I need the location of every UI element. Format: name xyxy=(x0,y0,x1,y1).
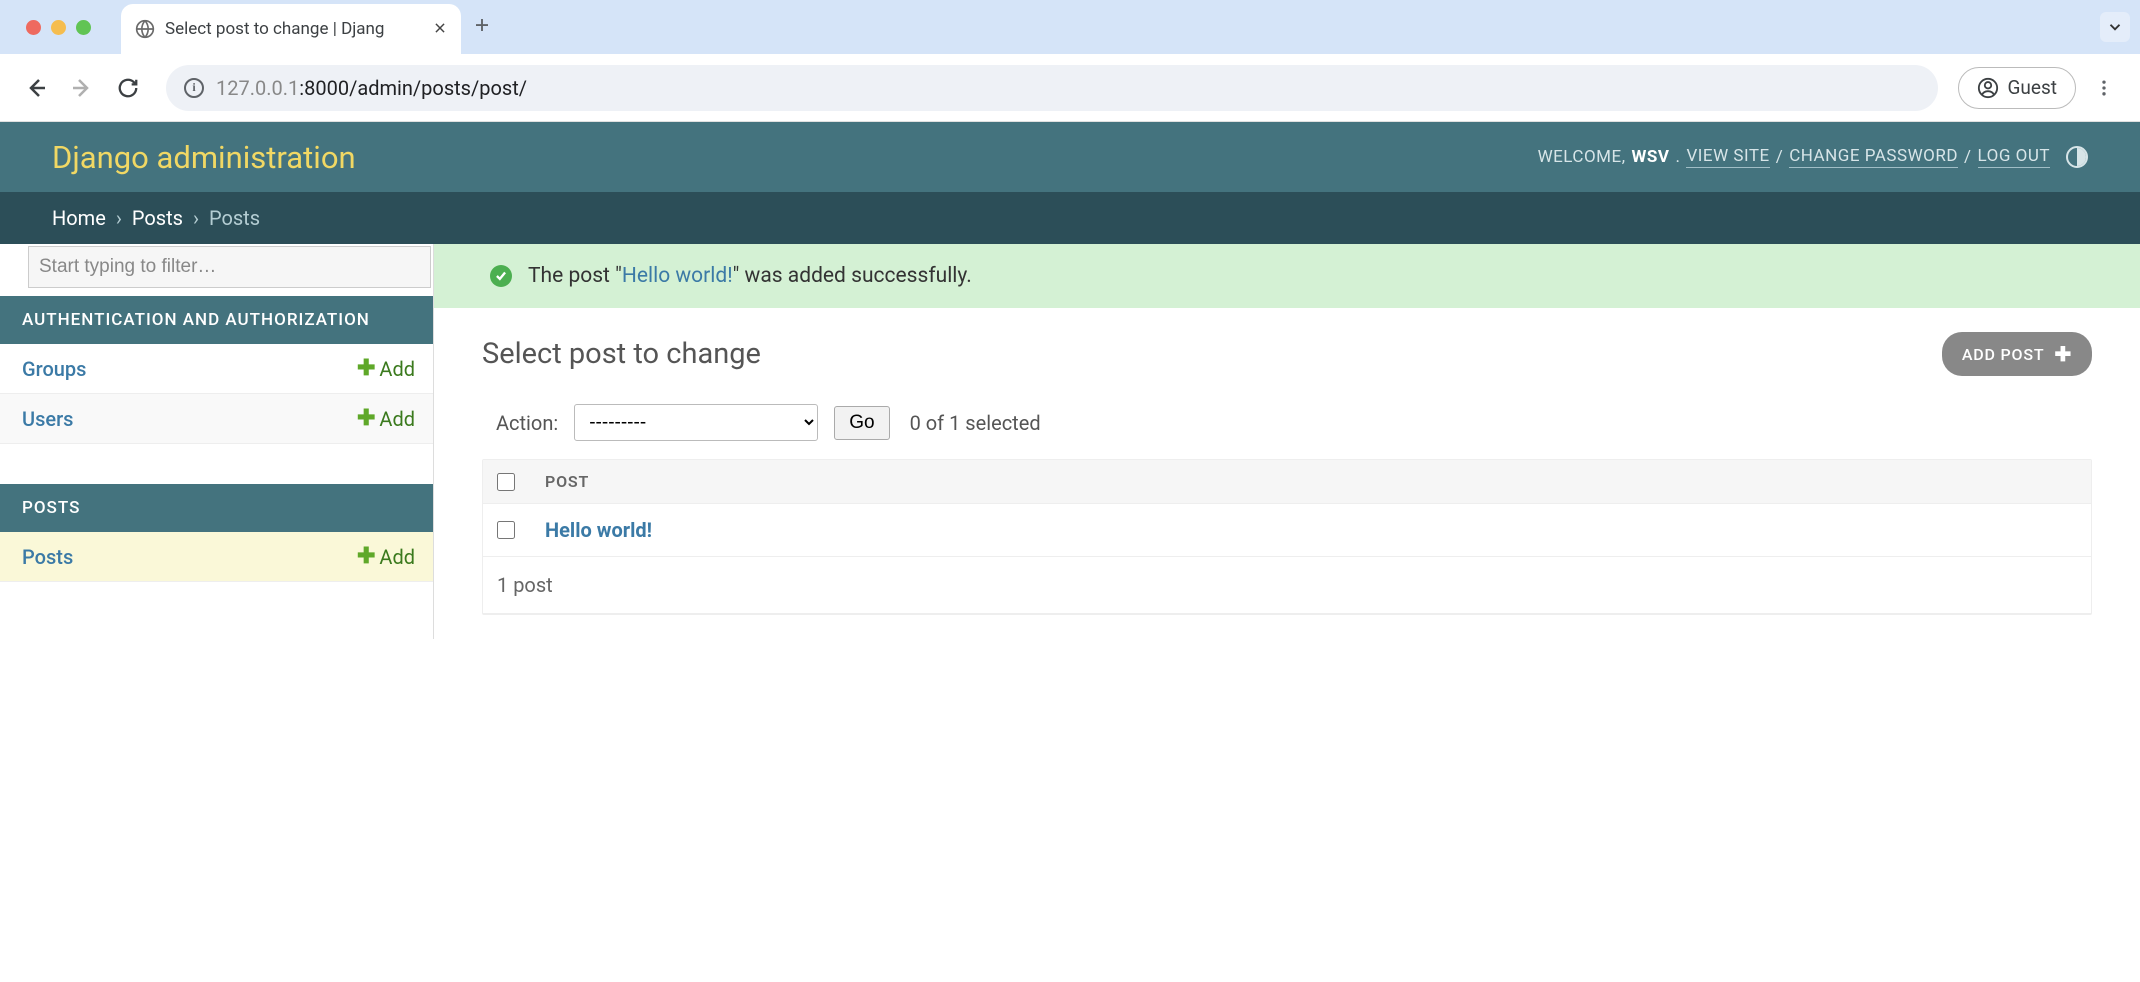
window-minimize-button[interactable] xyxy=(51,20,66,35)
sidebar-nav: AUTHENTICATION AND AUTHORIZATION Groups … xyxy=(0,244,434,639)
browser-menu-button[interactable] xyxy=(2086,70,2122,106)
forward-button[interactable] xyxy=(64,70,100,106)
new-tab-button[interactable] xyxy=(473,15,491,40)
app-caption: AUTHENTICATION AND AUTHORIZATION xyxy=(0,296,433,344)
actions-bar: Action: --------- Go 0 of 1 selected xyxy=(496,404,2092,441)
profile-button[interactable]: Guest xyxy=(1958,67,2076,109)
welcome-text: WELCOME, xyxy=(1538,147,1626,167)
results-table: POST Hello world! 1 post xyxy=(482,459,2092,615)
row-checkbox[interactable] xyxy=(497,521,515,539)
sidebar-filter-input[interactable] xyxy=(28,246,431,288)
model-link-groups[interactable]: Groups xyxy=(22,357,86,381)
django-header: Django administration WELCOME, WSV. VIEW… xyxy=(0,122,2140,192)
go-button[interactable]: Go xyxy=(834,406,889,440)
main-content: The post "Hello world!" was added succes… xyxy=(434,244,2140,639)
view-site-link[interactable]: VIEW SITE xyxy=(1686,146,1769,168)
model-row-posts: Posts ✚Add xyxy=(0,532,433,582)
address-bar[interactable]: i 127.0.0.1:8000/admin/posts/post/ xyxy=(166,65,1938,111)
theme-toggle-icon[interactable] xyxy=(2066,146,2088,168)
success-message-link[interactable]: Hello world! xyxy=(622,264,733,288)
plus-icon: ✚ xyxy=(357,406,375,431)
site-info-icon[interactable]: i xyxy=(184,78,204,98)
site-title: Django administration xyxy=(52,139,356,176)
reload-button[interactable] xyxy=(110,70,146,106)
profile-label: Guest xyxy=(2007,76,2057,99)
breadcrumb-home[interactable]: Home xyxy=(52,206,106,230)
app-caption: POSTS xyxy=(0,484,433,532)
breadcrumb: Home › Posts › Posts xyxy=(0,192,2140,244)
add-post-button[interactable]: ADD POST ✚ xyxy=(1942,332,2092,376)
globe-icon xyxy=(135,19,155,39)
action-select[interactable]: --------- xyxy=(574,404,818,441)
model-link-posts[interactable]: Posts xyxy=(22,545,73,569)
check-icon xyxy=(490,265,512,287)
browser-tab-strip: Select post to change | Djang xyxy=(0,0,2140,54)
paginator: 1 post xyxy=(483,557,2091,614)
window-maximize-button[interactable] xyxy=(76,20,91,35)
window-close-button[interactable] xyxy=(26,20,41,35)
app-module-posts: POSTS Posts ✚Add xyxy=(0,484,433,582)
breadcrumb-separator: › xyxy=(116,206,122,230)
content-header: Select post to change ADD POST ✚ xyxy=(482,332,2092,376)
row-link[interactable]: Hello world! xyxy=(545,518,652,542)
breadcrumb-app[interactable]: Posts xyxy=(132,206,183,230)
username: WSV xyxy=(1632,147,1670,167)
tab-title: Select post to change | Djang xyxy=(165,19,384,39)
page-title: Select post to change xyxy=(482,337,761,371)
success-message: The post "Hello world!" was added succes… xyxy=(434,244,2140,308)
add-link-groups[interactable]: ✚Add xyxy=(357,356,415,381)
plus-icon: ✚ xyxy=(2054,342,2072,366)
add-link-posts[interactable]: ✚Add xyxy=(357,544,415,569)
selection-counter: 0 of 1 selected xyxy=(910,411,1041,435)
logout-link[interactable]: LOG OUT xyxy=(1978,146,2050,168)
model-row-groups: Groups ✚Add xyxy=(0,344,433,394)
add-link-users[interactable]: ✚Add xyxy=(357,406,415,431)
back-button[interactable] xyxy=(18,70,54,106)
plus-icon: ✚ xyxy=(357,356,375,381)
action-label: Action: xyxy=(496,411,558,435)
tab-close-icon[interactable] xyxy=(433,19,447,40)
breadcrumb-current: Posts xyxy=(209,206,260,230)
model-link-users[interactable]: Users xyxy=(22,407,73,431)
app-module-auth: AUTHENTICATION AND AUTHORIZATION Groups … xyxy=(0,296,433,444)
select-all-checkbox[interactable] xyxy=(497,473,515,491)
change-password-link[interactable]: CHANGE PASSWORD xyxy=(1789,146,1958,168)
plus-icon: ✚ xyxy=(357,544,375,569)
table-header: POST xyxy=(483,460,2091,504)
tab-overflow-button[interactable] xyxy=(2100,12,2130,42)
column-header-post: POST xyxy=(545,472,589,491)
browser-toolbar: i 127.0.0.1:8000/admin/posts/post/ Guest xyxy=(0,54,2140,122)
breadcrumb-separator: › xyxy=(193,206,199,230)
url-text: 127.0.0.1:8000/admin/posts/post/ xyxy=(216,76,527,100)
window-controls xyxy=(26,20,91,35)
model-row-users: Users ✚Add xyxy=(0,394,433,444)
browser-tab-active[interactable]: Select post to change | Djang xyxy=(121,4,461,54)
table-row: Hello world! xyxy=(483,504,2091,557)
user-tools: WELCOME, WSV. VIEW SITE / CHANGE PASSWOR… xyxy=(1538,146,2088,168)
